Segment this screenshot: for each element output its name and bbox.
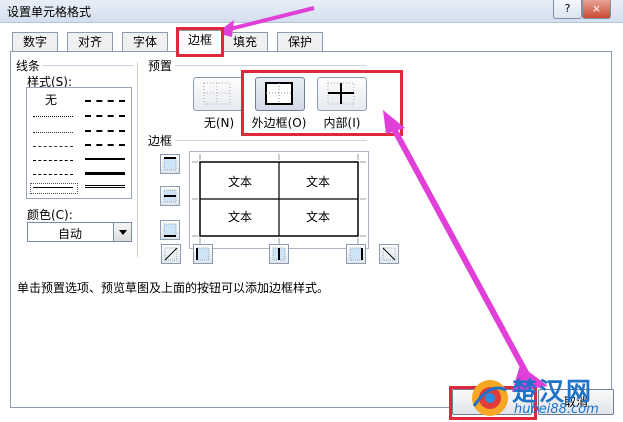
border-section-divider bbox=[175, 140, 367, 141]
line-style-medium-dash-dot[interactable] bbox=[85, 130, 125, 132]
tab-number[interactable]: 数字 bbox=[12, 32, 58, 52]
watermark-logo: 楚汉网 hubei88.com bbox=[468, 372, 623, 422]
border-bottom-icon bbox=[163, 223, 177, 237]
hint-text: 单击预置选项、预览草图及上面的按钮可以添加边框样式。 bbox=[17, 281, 330, 295]
line-style-dotted[interactable] bbox=[33, 132, 73, 133]
preset-none-label: 无(N) bbox=[203, 116, 235, 130]
chevron-down-icon[interactable] bbox=[113, 223, 131, 241]
watermark-url: hubei88.com bbox=[514, 402, 599, 417]
preview-cell-1: 文本 bbox=[228, 175, 253, 189]
border-left-icon bbox=[196, 247, 210, 261]
tab-font[interactable]: 字体 bbox=[122, 32, 168, 52]
border-tab-highlight bbox=[176, 27, 224, 57]
border-preview[interactable]: 文本 文本 文本 文本 bbox=[189, 151, 369, 249]
preset-none-button[interactable] bbox=[193, 77, 243, 111]
border-vertical-icon bbox=[272, 247, 286, 261]
color-label: 颜色(C): bbox=[27, 208, 73, 222]
line-style-list[interactable]: 无 bbox=[26, 87, 132, 199]
preview-cell-4: 文本 bbox=[306, 210, 331, 224]
border-diagonal-up-button[interactable] bbox=[161, 244, 181, 264]
line-section-title: 线条 bbox=[16, 59, 41, 73]
line-section-divider bbox=[42, 65, 134, 66]
diagonal-up-icon bbox=[164, 247, 178, 261]
border-bottom-button[interactable] bbox=[160, 220, 180, 240]
close-button[interactable]: × bbox=[582, 0, 611, 19]
line-style-dashed[interactable] bbox=[33, 174, 73, 175]
border-left-button[interactable] bbox=[193, 244, 213, 264]
line-style-hair[interactable] bbox=[33, 116, 73, 117]
preview-grid bbox=[192, 154, 366, 244]
line-style-medium[interactable] bbox=[85, 158, 125, 160]
diagonal-down-icon bbox=[382, 247, 396, 261]
window-title: 设置单元格格式 bbox=[7, 5, 92, 19]
line-style-dash-dot-dot[interactable] bbox=[33, 146, 73, 147]
line-style-selected-outline bbox=[30, 183, 78, 194]
help-button[interactable]: ? bbox=[553, 0, 582, 19]
preview-cell-3: 文本 bbox=[228, 210, 253, 224]
preview-cell-2: 文本 bbox=[306, 175, 331, 189]
border-middle-horizontal-button[interactable] bbox=[160, 186, 180, 206]
vertical-divider bbox=[137, 62, 138, 257]
border-diagonal-down-button[interactable] bbox=[379, 244, 399, 264]
line-style-double[interactable] bbox=[85, 185, 125, 188]
preset-highlight bbox=[241, 70, 403, 136]
line-style-medium-dashed[interactable] bbox=[85, 144, 125, 146]
border-none-icon bbox=[203, 82, 231, 105]
color-value: 自动 bbox=[58, 227, 83, 241]
border-right-icon bbox=[349, 247, 363, 261]
border-top-icon bbox=[163, 157, 177, 171]
preset-divider bbox=[175, 65, 367, 66]
color-dropdown[interactable]: 自动 bbox=[27, 222, 132, 242]
tab-protection[interactable]: 保护 bbox=[277, 32, 323, 52]
line-style-medium-dash-dot-dot[interactable] bbox=[85, 100, 125, 102]
preset-section-title: 预置 bbox=[148, 59, 173, 73]
border-horizontal-icon bbox=[163, 189, 177, 203]
border-right-button[interactable] bbox=[346, 244, 366, 264]
logo-icon bbox=[472, 380, 508, 416]
border-middle-vertical-button[interactable] bbox=[269, 244, 289, 264]
title-bar: 设置单元格格式 ? × bbox=[0, 0, 623, 23]
line-style-slant-dash-dot[interactable] bbox=[85, 115, 125, 117]
border-top-button[interactable] bbox=[160, 154, 180, 174]
tab-fill[interactable]: 填充 bbox=[222, 32, 268, 52]
tab-alignment[interactable]: 对齐 bbox=[67, 32, 113, 52]
border-section-title: 边框 bbox=[148, 134, 173, 148]
line-style-dash-dot[interactable] bbox=[33, 160, 73, 161]
line-style-none[interactable]: 无 bbox=[45, 91, 57, 108]
line-style-thick[interactable] bbox=[85, 172, 125, 175]
